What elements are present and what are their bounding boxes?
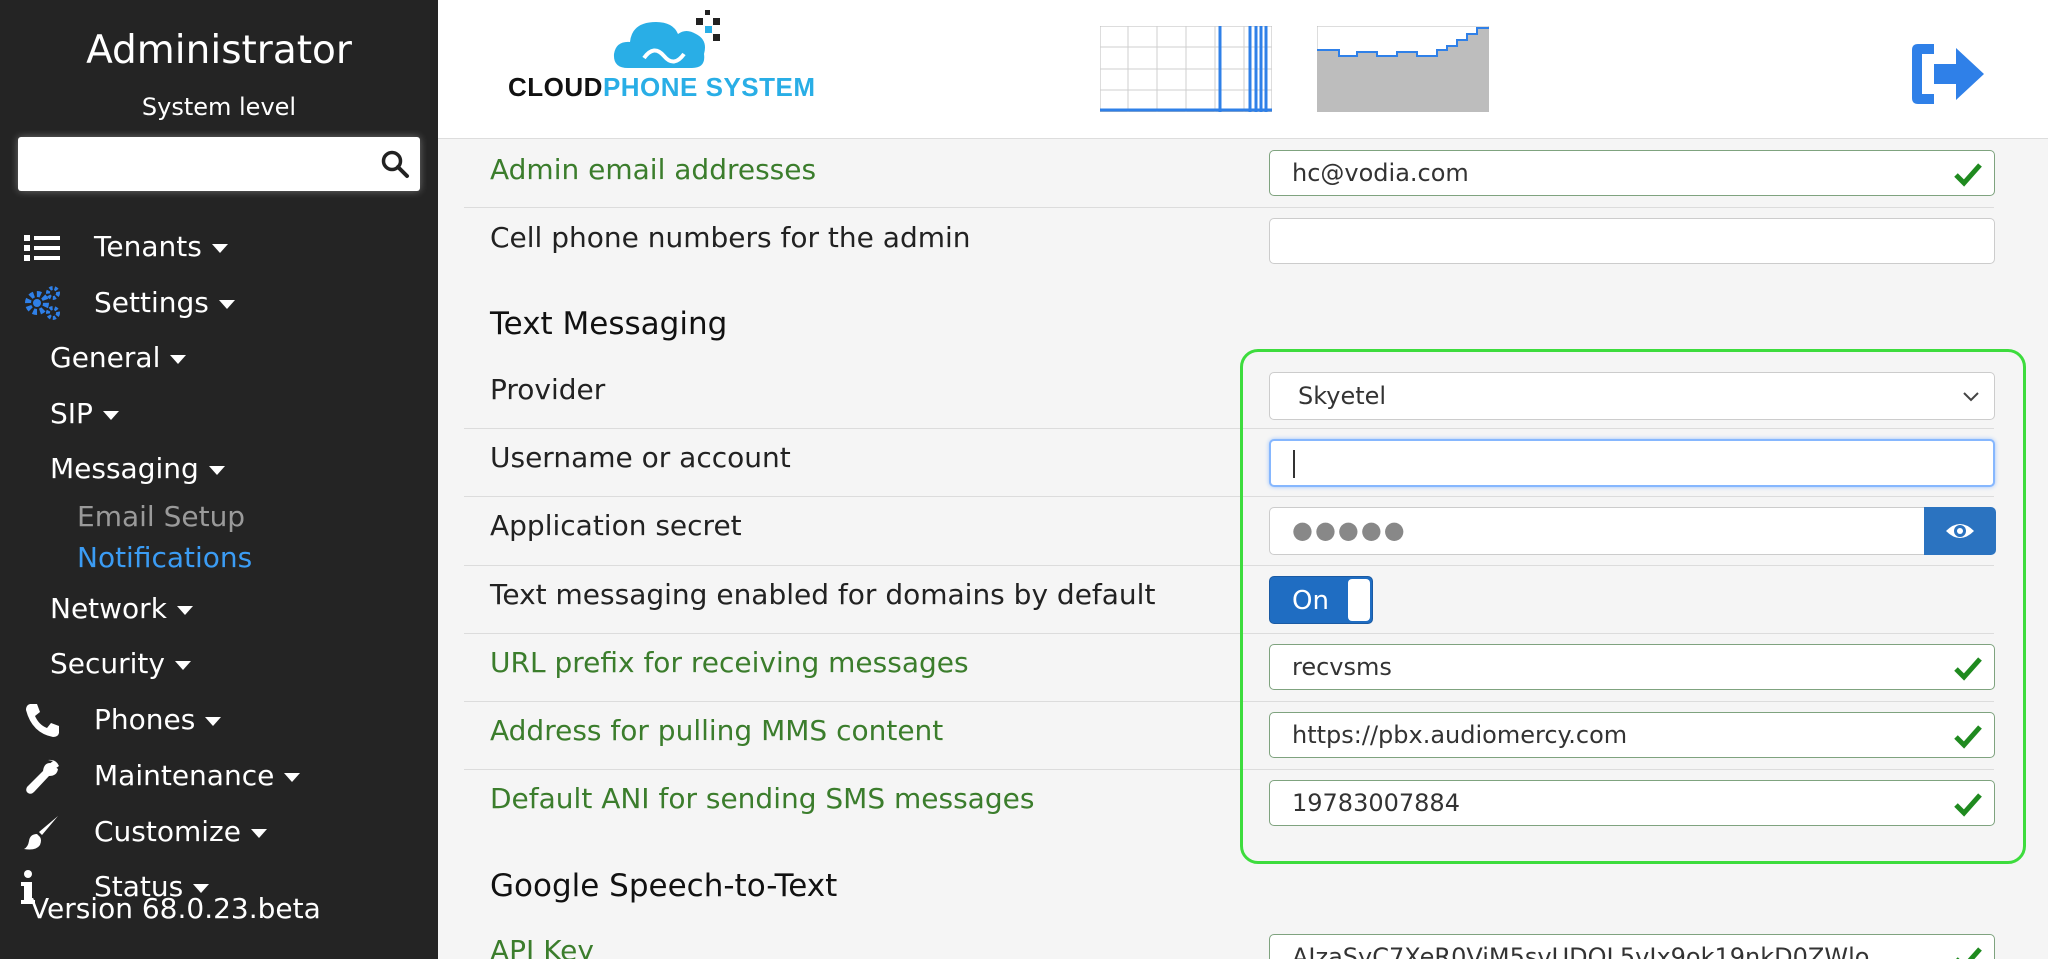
sidebar-item-label: Tenants	[94, 230, 202, 263]
sidebar-item-tenants[interactable]: Tenants	[94, 230, 228, 263]
caret-down-icon	[205, 716, 222, 726]
mms-address-label: Address for pulling MMS content	[490, 714, 944, 747]
activity-graph-2	[1317, 26, 1489, 112]
caret-down-icon	[174, 660, 191, 670]
sidebar-item-customize[interactable]: Customize	[94, 815, 267, 848]
sidebar-item-settings[interactable]: Settings	[94, 286, 235, 319]
caret-down-icon	[218, 299, 235, 309]
admin-email-label: Admin email addresses	[490, 153, 817, 186]
check-icon	[1954, 163, 1982, 187]
sidebar-item-network[interactable]: Network	[50, 592, 193, 625]
sidebar-item-email-setup[interactable]: Email Setup	[77, 500, 245, 533]
caret-down-icon	[102, 410, 119, 420]
main-content: Admin email addresses hc@vodia.com Cell …	[438, 139, 2048, 959]
caret-down-icon	[284, 772, 301, 782]
check-icon	[1956, 947, 1982, 959]
caret-down-icon	[176, 605, 193, 615]
cell-phone-field[interactable]	[1269, 218, 1995, 264]
api-key-value: AIzaSyC7XeR0ViM5svUDQL5vIx9ok19nkD0ZWlo	[1292, 943, 1870, 959]
sidebar-item-label: Network	[50, 592, 167, 625]
sidebar-item-notifications[interactable]: Notifications	[77, 541, 252, 574]
google-stt-heading: Google Speech-to-Text	[490, 868, 838, 904]
caret-down-icon	[250, 828, 267, 838]
sidebar-item-general[interactable]: General	[50, 341, 187, 374]
caret-down-icon	[211, 243, 228, 253]
wrench-icon	[26, 759, 59, 794]
version-label: Version 68.0.23.beta	[30, 892, 321, 925]
header: CLOUDPHONE SYSTEM	[438, 0, 2048, 139]
api-key-field[interactable]: AIzaSyC7XeR0ViM5svUDQL5vIx9ok19nkD0ZWlo	[1269, 934, 1995, 959]
admin-email-value: hc@vodia.com	[1292, 159, 1469, 187]
sidebar-item-label: Security	[50, 647, 165, 680]
gears-icon	[25, 286, 60, 320]
cell-phone-label: Cell phone numbers for the admin	[490, 221, 971, 254]
sidebar-item-label: SIP	[50, 397, 93, 430]
provider-label: Provider	[490, 373, 606, 406]
sidebar-search	[18, 137, 420, 191]
sidebar-item-label: Customize	[94, 815, 241, 848]
phone-icon	[26, 704, 59, 737]
sidebar-item-label: Phones	[94, 703, 196, 736]
sidebar-item-label: Maintenance	[94, 759, 275, 792]
sidebar-item-label: Messaging	[50, 452, 199, 485]
text-messaging-heading: Text Messaging	[490, 306, 728, 342]
sidebar-item-maintenance[interactable]: Maintenance	[94, 759, 301, 792]
search-input[interactable]	[26, 143, 370, 185]
sidebar-item-label: Settings	[94, 286, 209, 319]
highlight-box	[1240, 349, 2026, 864]
url-prefix-label: URL prefix for receiving messages	[490, 646, 969, 679]
app-secret-label: Application secret	[490, 509, 742, 542]
sms-default-label: Text messaging enabled for domains by de…	[490, 578, 1156, 611]
sidebar-item-label: General	[50, 341, 161, 374]
username-label: Username or account	[490, 441, 791, 474]
default-ani-label: Default ANI for sending SMS messages	[490, 782, 1035, 815]
api-key-label: API Key	[490, 934, 594, 959]
sidebar-item-phones[interactable]: Phones	[94, 703, 222, 736]
brush-icon	[24, 816, 58, 850]
search-icon[interactable]	[380, 149, 410, 179]
sidebar-title: Administrator	[86, 28, 352, 73]
logout-icon[interactable]	[1908, 40, 1988, 108]
activity-graph-1	[1100, 26, 1272, 112]
sidebar-subtitle: System level	[141, 93, 297, 121]
sidebar-item-messaging[interactable]: Messaging	[50, 452, 225, 485]
sidebar: Administrator System level Tenants Setti…	[0, 0, 438, 959]
admin-email-field[interactable]: hc@vodia.com	[1269, 150, 1995, 196]
logo-text: CLOUDPHONE SYSTEM	[508, 72, 816, 102]
sidebar-item-security[interactable]: Security	[50, 647, 191, 680]
sidebar-item-sip[interactable]: SIP	[50, 397, 119, 430]
list-icon	[24, 235, 60, 261]
caret-down-icon	[208, 465, 225, 475]
caret-down-icon	[170, 354, 187, 364]
